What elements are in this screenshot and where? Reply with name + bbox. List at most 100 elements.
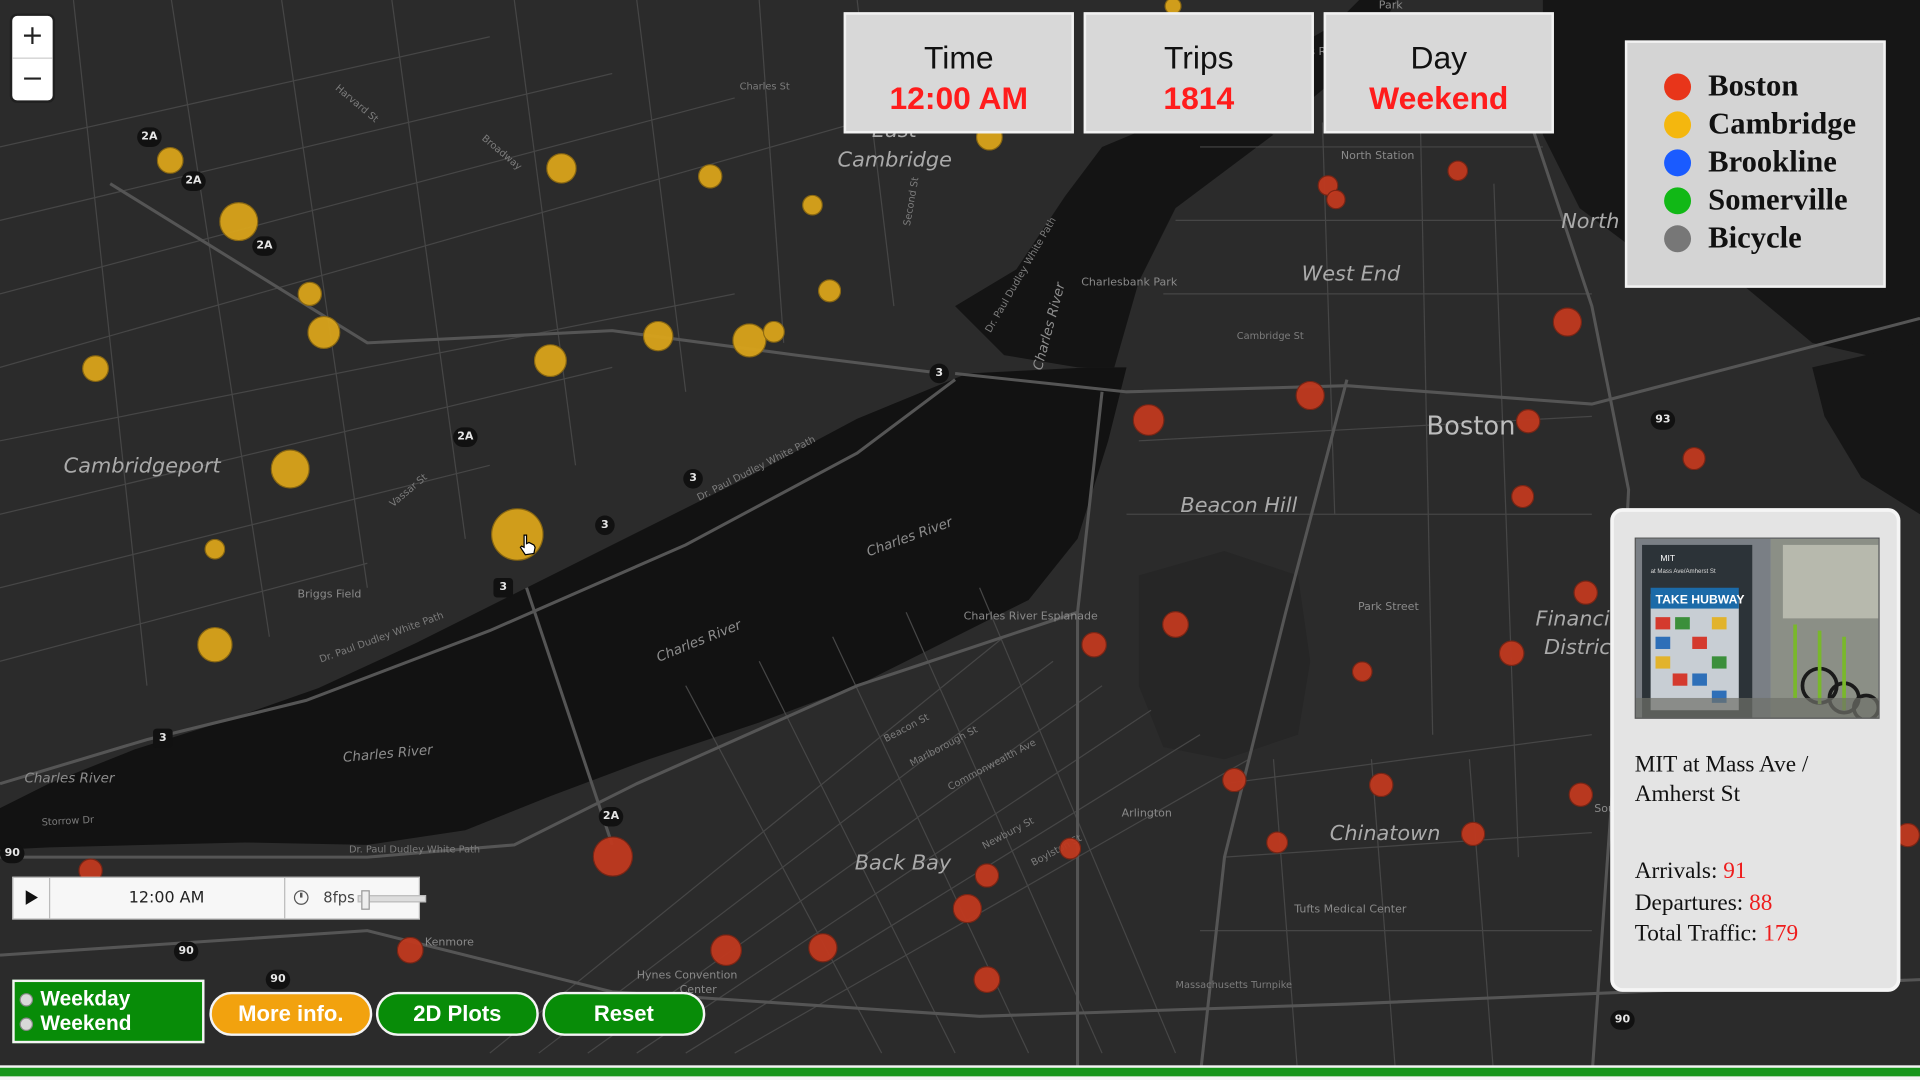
weekday-option[interactable]: Weekday	[19, 987, 202, 1011]
station-marker-cambridge[interactable]	[533, 343, 567, 377]
app-stage: East Cambridge Cambridgeport West End No…	[0, 0, 1920, 1080]
station-marker-boston[interactable]	[1515, 408, 1541, 434]
station-photo: TAKE HUBWAY MIT at Mass Ave/Amherst St	[1634, 537, 1880, 719]
legend-dot	[1664, 148, 1692, 176]
traffic-row: Total Traffic: 179	[1635, 918, 1798, 949]
legend-item-brookline: Brookline	[1664, 143, 1883, 181]
station-marker-boston[interactable]	[1295, 380, 1325, 411]
station-marker-boston[interactable]	[1573, 580, 1598, 605]
legend-dot	[1664, 72, 1692, 100]
2d-plots-button[interactable]: 2D Plots	[375, 991, 539, 1036]
bottom-progress-line	[0, 1065, 1920, 1080]
station-marker-boston[interactable]	[1368, 772, 1394, 798]
fps-label: 8fps	[323, 888, 355, 907]
trips-box: Trips 1814	[1083, 12, 1314, 134]
station-marker-boston[interactable]	[1132, 404, 1165, 436]
station-marker-boston[interactable]	[396, 936, 424, 964]
station-marker-boston[interactable]	[1162, 611, 1189, 638]
time-value: 12:00 AM	[889, 79, 1029, 117]
station-marker-boston[interactable]	[1326, 189, 1346, 210]
station-marker-boston[interactable]	[1498, 639, 1524, 666]
legend-label: Cambridge	[1708, 107, 1857, 141]
station-marker-cambridge[interactable]	[203, 538, 225, 559]
legend-item-somerville: Somerville	[1664, 181, 1883, 219]
station-marker-cambridge[interactable]	[817, 278, 841, 302]
station-marker-boston[interactable]	[1552, 307, 1583, 337]
station-marker-boston[interactable]	[1568, 782, 1594, 807]
fps-slider[interactable]	[357, 890, 427, 910]
station-marker-boston[interactable]	[592, 835, 633, 877]
trips-label: Trips	[1164, 39, 1234, 76]
fps-slider-thumb[interactable]	[360, 890, 370, 910]
weekend-option[interactable]: Weekend	[19, 1011, 202, 1035]
arrivals-row: Arrivals: 91	[1635, 856, 1798, 887]
trips-value: 1814	[1163, 79, 1235, 117]
station-marker-boston[interactable]	[973, 966, 1001, 994]
station-marker-cambridge[interactable]	[732, 323, 767, 358]
route-2a-shield: 2A	[598, 806, 624, 827]
route-90-shield: 90	[173, 941, 199, 962]
station-marker-cambridge[interactable]	[306, 315, 340, 349]
departures-label: Departures:	[1634, 889, 1744, 916]
station-marker-cambridge[interactable]	[156, 146, 184, 174]
legend-label: Somerville	[1708, 183, 1848, 217]
legend-label: Bicycle	[1708, 221, 1802, 255]
station-marker-cambridge[interactable]	[297, 281, 323, 307]
station-marker-boston[interactable]	[1059, 837, 1082, 860]
player-time[interactable]: 12:00 AM	[49, 877, 286, 919]
route-2a-shield: 2A	[453, 427, 478, 447]
legend-item-boston: Boston	[1664, 67, 1883, 105]
traffic-value: 179	[1763, 920, 1799, 947]
zoom-in-button[interactable]: +	[12, 16, 52, 58]
legend: Boston Cambridge Brookline Somerville Bi…	[1624, 40, 1886, 288]
station-marker-boston[interactable]	[1681, 446, 1706, 470]
route-2a-shield: 2A	[252, 236, 277, 256]
route-90-shield: 90	[1610, 1010, 1635, 1030]
station-marker-cambridge[interactable]	[82, 355, 109, 383]
traffic-label: Total Traffic:	[1634, 920, 1758, 947]
route-90-shield: 90	[0, 843, 25, 864]
station-stats: Arrivals: 91 Departures: 88 Total Traffi…	[1635, 856, 1798, 950]
station-marker-boston[interactable]	[1351, 660, 1373, 682]
route-3-shield: 3	[595, 515, 615, 536]
station-marker-boston[interactable]	[710, 934, 743, 967]
weekend-label[interactable]: Weekend	[40, 1011, 131, 1035]
legend-item-cambridge: Cambridge	[1664, 105, 1883, 143]
station-marker-boston[interactable]	[974, 863, 1000, 888]
station-marker-boston[interactable]	[1080, 631, 1107, 657]
station-marker-boston[interactable]	[1510, 484, 1534, 508]
station-marker-cambridge[interactable]	[697, 164, 723, 189]
play-icon[interactable]	[13, 877, 51, 919]
arrivals-value: 91	[1723, 858, 1747, 885]
station-marker-boston[interactable]	[808, 933, 838, 963]
route-93-shield: 93	[1650, 410, 1676, 430]
station-photo-illustration: TAKE HUBWAY MIT at Mass Ave/Amherst St	[1635, 538, 1879, 718]
station-marker-cambridge[interactable]	[642, 320, 673, 351]
station-marker-cambridge[interactable]	[801, 194, 823, 215]
day-label: Day	[1410, 39, 1468, 76]
station-marker-cambridge[interactable]	[270, 449, 310, 489]
station-card: TAKE HUBWAY MIT at Mass Ave/Amherst St M…	[1610, 508, 1901, 992]
station-marker-cambridge[interactable]	[196, 626, 233, 662]
reset-button[interactable]: Reset	[542, 991, 706, 1036]
arrivals-label: Arrivals:	[1634, 858, 1718, 885]
photo-sign-mit: MIT	[1660, 553, 1676, 563]
station-marker-boston[interactable]	[1222, 767, 1247, 793]
photo-sign-hubway: TAKE HUBWAY	[1656, 593, 1745, 607]
station-marker-boston[interactable]	[1460, 821, 1486, 847]
more-info-button[interactable]: More info.	[209, 991, 373, 1036]
departures-row: Departures: 88	[1635, 887, 1798, 918]
weekend-radio[interactable]	[19, 1016, 34, 1031]
station-marker-cambridge[interactable]	[545, 152, 577, 184]
route-3-shield: 3	[153, 728, 173, 749]
weekday-label[interactable]: Weekday	[40, 987, 130, 1011]
station-marker-boston[interactable]	[952, 893, 983, 924]
station-marker-cambridge[interactable]	[219, 202, 259, 242]
station-marker-boston[interactable]	[1446, 159, 1468, 181]
weekday-radio[interactable]	[19, 992, 34, 1006]
photo-sign-location: at Mass Ave/Amherst St	[1651, 568, 1716, 575]
legend-dot	[1664, 110, 1692, 138]
station-marker-boston[interactable]	[1266, 831, 1289, 854]
zoom-out-button[interactable]: −	[12, 57, 53, 101]
station-marker-cambridge[interactable]	[762, 320, 785, 343]
